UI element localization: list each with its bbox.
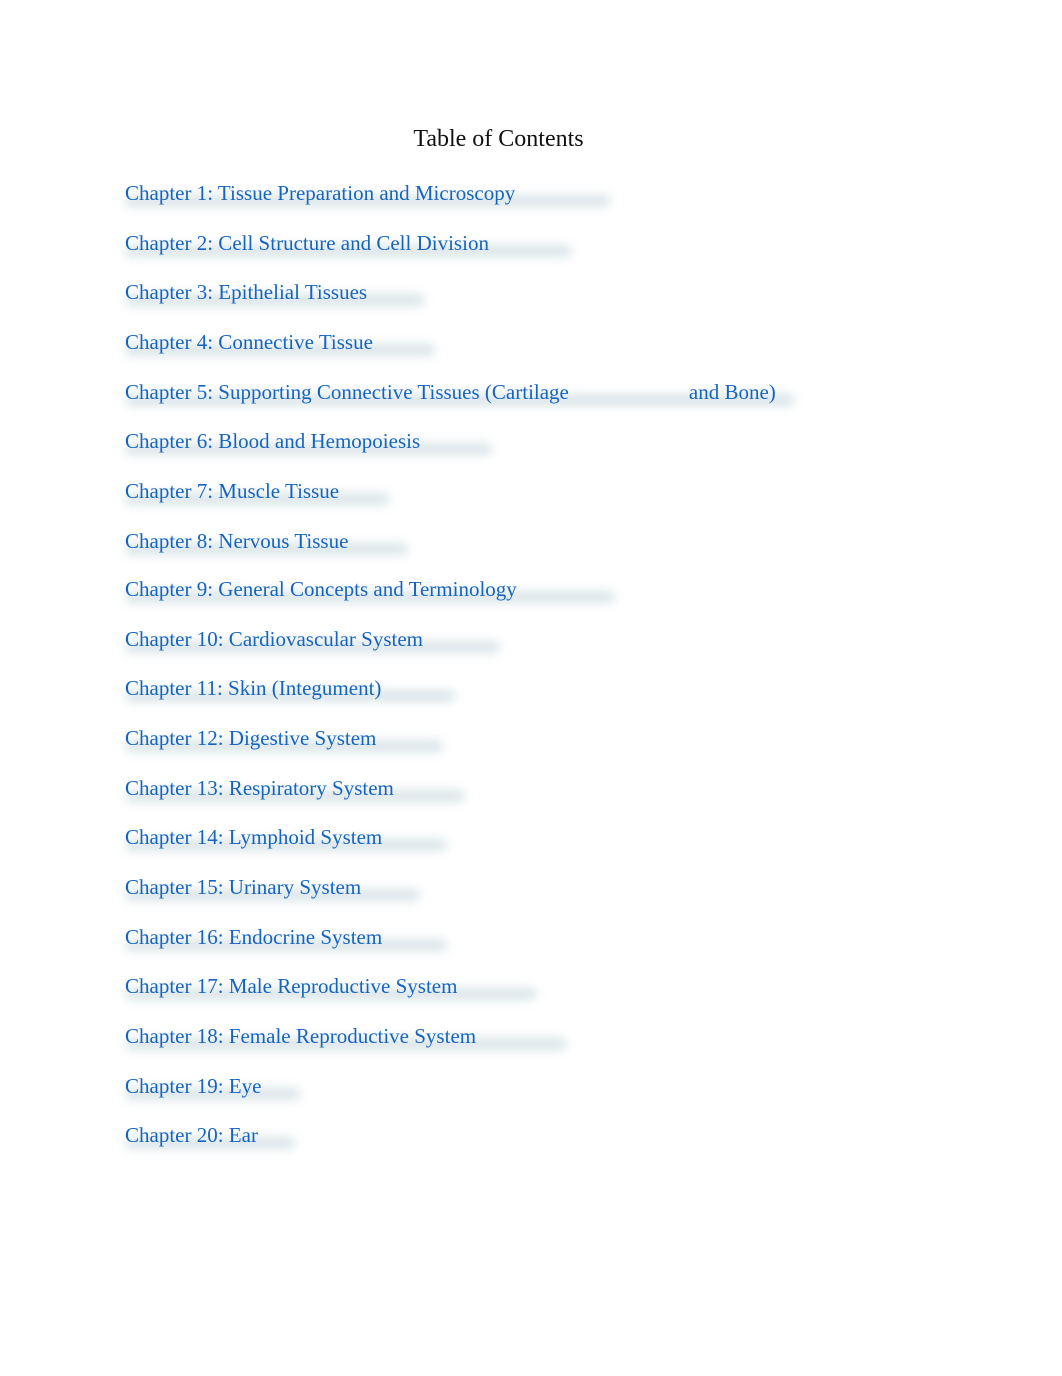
toc-link-chapter-17[interactable]: Chapter 17: Male Reproductive System: [125, 971, 457, 1001]
toc-link-chapter-8[interactable]: Chapter 8: Nervous Tissue: [125, 526, 348, 556]
toc-link-chapter-10[interactable]: Chapter 10: Cardiovascular System: [125, 624, 423, 654]
toc-entry: Chapter 14: Lymphoid System: [125, 822, 925, 872]
toc-entry: Chapter 18: Female Reproductive System: [125, 1021, 925, 1071]
toc-link-chapter-13[interactable]: Chapter 13: Respiratory System: [125, 773, 394, 803]
toc-link-chapter-5[interactable]: Chapter 5: Supporting Connective Tissues…: [125, 377, 776, 407]
toc-link-chapter-16[interactable]: Chapter 16: Endocrine System: [125, 922, 382, 952]
toc-link-chapter-5-part2: and Bone): [688, 379, 776, 404]
toc-link-chapter-11[interactable]: Chapter 11: Skin (Integument): [125, 673, 381, 703]
toc-entry: Chapter 8: Nervous Tissue: [125, 526, 925, 574]
toc-link-chapter-3[interactable]: Chapter 3: Epithelial Tissues: [125, 277, 367, 307]
toc-link-chapter-5-part1: Chapter 5: Supporting Connective Tissues…: [125, 379, 569, 404]
toc-link-chapter-19[interactable]: Chapter 19: Eye: [125, 1071, 261, 1101]
toc-entry: Chapter 17: Male Reproductive System: [125, 971, 925, 1021]
toc-entry: Chapter 19: Eye: [125, 1071, 925, 1121]
toc-entry: Chapter 10: Cardiovascular System: [125, 624, 925, 674]
toc-entry: Chapter 7: Muscle Tissue: [125, 476, 925, 526]
toc-title: Table of Contents: [413, 126, 584, 152]
toc-entry: Chapter 12: Digestive System: [125, 723, 925, 773]
toc-entry: Chapter 20: Ear: [125, 1120, 925, 1170]
toc-link-chapter-14[interactable]: Chapter 14: Lymphoid System: [125, 822, 382, 852]
toc-entry: Chapter 15: Urinary System: [125, 872, 925, 922]
toc-link-chapter-9[interactable]: Chapter 9: General Concepts and Terminol…: [125, 574, 517, 604]
toc-entry: Chapter 6: Blood and Hemopoiesis: [125, 426, 925, 476]
toc-entry: Chapter 1: Tissue Preparation and Micros…: [125, 178, 925, 228]
toc-link-chapter-2[interactable]: Chapter 2: Cell Structure and Cell Divis…: [125, 228, 489, 258]
toc-entry: Chapter 13: Respiratory System: [125, 773, 925, 823]
toc-link-chapter-18[interactable]: Chapter 18: Female Reproductive System: [125, 1021, 476, 1051]
toc-entry: Chapter 2: Cell Structure and Cell Divis…: [125, 228, 925, 278]
toc-link-chapter-6[interactable]: Chapter 6: Blood and Hemopoiesis: [125, 426, 420, 456]
toc-link-chapter-7[interactable]: Chapter 7: Muscle Tissue: [125, 476, 339, 506]
toc-link-chapter-20[interactable]: Chapter 20: Ear: [125, 1120, 258, 1150]
toc-link-chapter-12[interactable]: Chapter 12: Digestive System: [125, 723, 376, 753]
toc-entry: Chapter 3: Epithelial Tissues: [125, 277, 925, 327]
toc-entry: Chapter 16: Endocrine System: [125, 922, 925, 972]
document-page: Table of Contents Chapter 1: Tissue Prep…: [0, 0, 1062, 1376]
toc-entry: Chapter 9: General Concepts and Terminol…: [125, 574, 925, 624]
toc-entry: Chapter 5: Supporting Connective Tissues…: [125, 377, 925, 427]
toc-list: Chapter 1: Tissue Preparation and Micros…: [125, 178, 925, 1170]
toc-link-chapter-15[interactable]: Chapter 15: Urinary System: [125, 872, 361, 902]
toc-entry: Chapter 4: Connective Tissue: [125, 327, 925, 377]
toc-entry: Chapter 11: Skin (Integument): [125, 673, 925, 723]
toc-link-chapter-4[interactable]: Chapter 4: Connective Tissue: [125, 327, 373, 357]
toc-link-chapter-1[interactable]: Chapter 1: Tissue Preparation and Micros…: [125, 178, 515, 208]
